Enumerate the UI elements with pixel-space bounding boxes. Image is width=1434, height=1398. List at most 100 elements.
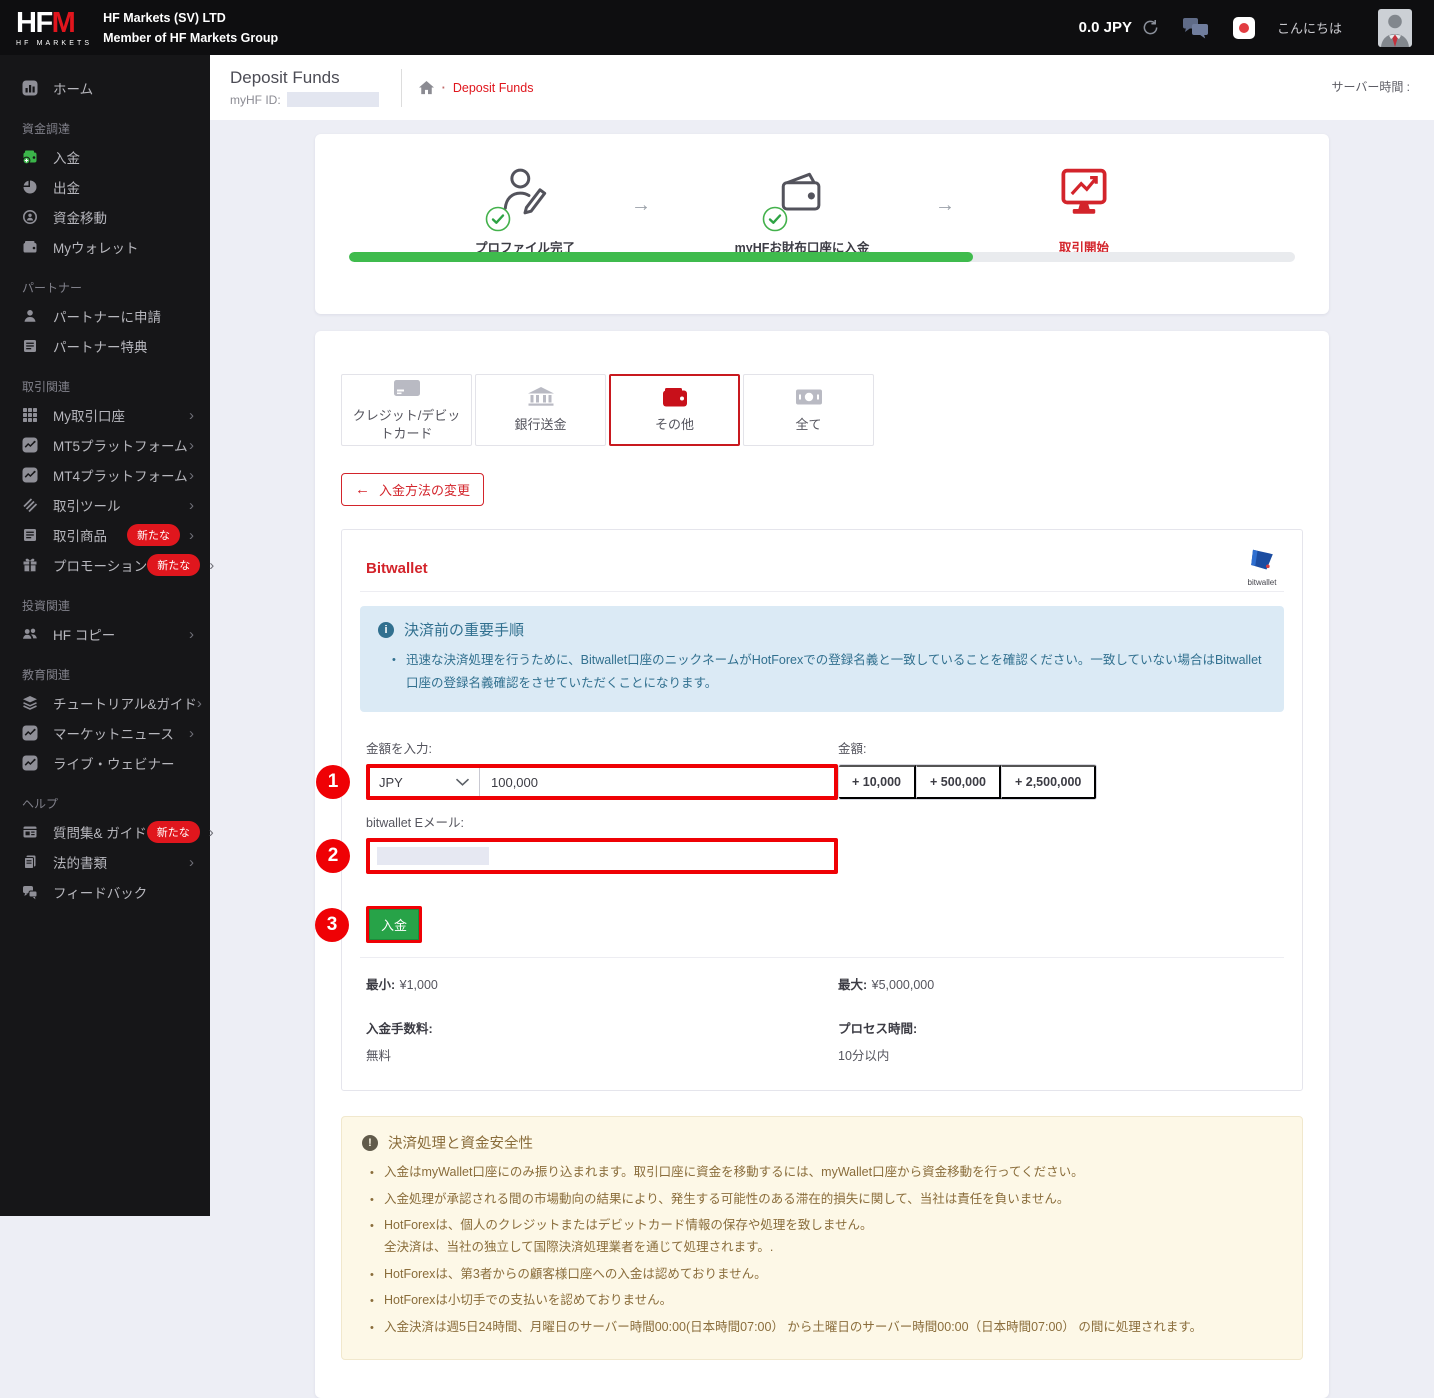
tab-other[interactable]: その他 xyxy=(609,374,740,446)
bitwallet-email-label: bitwallet Eメール: xyxy=(366,816,464,831)
min-value: ¥1,000 xyxy=(399,978,438,993)
fee-value: 無料 xyxy=(366,1049,392,1064)
refresh-balance-icon[interactable] xyxy=(1142,19,1159,36)
safety-bullet: HotForexは小切手での支払いを認めておりません。 xyxy=(370,1291,1282,1310)
quick-amount-500000[interactable]: + 500,000 xyxy=(916,765,1001,800)
home-icon[interactable] xyxy=(418,80,435,95)
payment-method-tabs: クレジット/デビットカード 銀行送金 その他 全て xyxy=(341,374,1303,446)
sidebar-item-faq[interactable]: 質問集& ガイド 新たな › xyxy=(0,817,214,847)
bitwallet-logo: bitwallet xyxy=(1246,547,1278,587)
warning-icon: ! xyxy=(362,1134,378,1151)
home-chart-icon xyxy=(22,80,38,96)
greeting-text: こんにちは xyxy=(1276,21,1342,36)
wallet-red-icon xyxy=(656,386,694,408)
min-label: 最小: xyxy=(366,978,396,993)
page-header: Deposit Funds myHF ID: · Deposit Funds サ… xyxy=(210,55,1434,120)
server-time-label: サーバー時間 : xyxy=(1331,80,1410,94)
notice-text: 迅速な決済処理を行うために、Bitwallet口座のニックネームがHotFore… xyxy=(392,649,1266,695)
arrow-left-icon: ← xyxy=(355,481,370,498)
processing-time-value: 10分以内 xyxy=(838,1049,890,1064)
myhf-id-label: myHF ID: xyxy=(230,92,281,107)
sidebar-item-transfer[interactable]: 資金移動 xyxy=(0,202,210,232)
sidebar-item-mt5[interactable]: MT5プラットフォーム › xyxy=(0,430,210,460)
company-name: HF Markets (SV) LTD xyxy=(103,10,226,25)
check-icon xyxy=(762,206,788,232)
chart-icon xyxy=(22,467,38,483)
chevron-right-icon: › xyxy=(208,823,214,841)
pre-payment-notice: i 決済前の重要手順 迅速な決済処理を行うために、Bitwallet口座のニック… xyxy=(360,606,1284,713)
amount-annotation-box: 1 JPY xyxy=(316,764,838,801)
monitor-chart-icon xyxy=(1054,164,1114,224)
step-fund-wallet: myHFお財布口座に入金 xyxy=(682,164,922,256)
hfm-logo[interactable]: HFM HF MARKETS xyxy=(16,8,93,47)
cash-icon xyxy=(790,386,828,408)
sidebar-item-hf-copy[interactable]: HF コピー › xyxy=(0,619,210,649)
amount-input[interactable] xyxy=(480,768,817,797)
sidebar-section-help: ヘルプ xyxy=(22,797,59,811)
myhf-id-redacted xyxy=(286,92,379,107)
safety-bullet: HotForexは、第3者からの顧客様口座への入金は認めておりません。 xyxy=(370,1265,1282,1284)
sidebar-item-tutorials[interactable]: チュートリアル&ガイド › xyxy=(0,688,210,718)
people-icon xyxy=(22,626,38,642)
company-member: Member of HF Markets Group xyxy=(103,30,279,45)
page-title: Deposit Funds xyxy=(230,68,340,87)
sidebar-item-trading-products[interactable]: 取引商品 新たな › xyxy=(0,520,210,550)
bitwallet-panel: Bitwallet bitwallet i 決済前の重要手順 迅速な決済処理を行… xyxy=(315,529,1303,1092)
avatar[interactable] xyxy=(1378,9,1412,47)
breadcrumb-separator: · xyxy=(441,80,446,95)
sidebar-item-trading-tools[interactable]: 取引ツール › xyxy=(0,490,210,520)
onboarding-steps-card: プロファイル完了 → myHFお財布口座に入金 → 取引開始 xyxy=(315,134,1329,314)
amount-label: 金額を入力: xyxy=(366,742,432,757)
max-label: 最大: xyxy=(838,978,868,993)
sidebar-section-trading: 取引関連 xyxy=(22,380,71,394)
chevron-right-icon: › xyxy=(189,466,194,484)
wallet-icon xyxy=(22,239,38,255)
notice-title: 決済前の重要手順 xyxy=(404,622,525,639)
sidebar-item-home[interactable]: ホーム xyxy=(0,73,210,103)
sidebar-item-mt4[interactable]: MT4プラットフォーム › xyxy=(0,460,210,490)
info-icon: i xyxy=(378,621,394,638)
step-profile-complete: プロファイル完了 xyxy=(405,164,645,256)
sidebar-item-withdraw[interactable]: 出金 xyxy=(0,172,210,202)
sidebar-item-feedback[interactable]: フィードバック xyxy=(0,877,210,907)
hfm-logo-subtext: HF MARKETS xyxy=(16,39,93,47)
bitwallet-logo-icon xyxy=(1246,547,1278,574)
annotation-2: 2 xyxy=(316,839,350,874)
sidebar-item-live-webinar[interactable]: ライブ・ウェビナー xyxy=(0,748,210,778)
fee-label: 入金手数料: xyxy=(366,1022,433,1037)
tab-credit-debit-card[interactable]: クレジット/デビットカード xyxy=(341,374,472,446)
chevron-right-icon: › xyxy=(196,694,202,712)
chart-icon xyxy=(22,725,38,741)
change-deposit-method-button[interactable]: ← 入金方法の変更 xyxy=(341,473,485,506)
sidebar-item-partner-benefits[interactable]: パートナー特典 xyxy=(0,331,210,361)
quick-amount-label: 金額: xyxy=(838,742,867,757)
sidebar-item-promotions[interactable]: プロモーション 新たな › xyxy=(0,550,214,580)
email-redacted xyxy=(377,847,489,866)
sidebar-item-my-accounts[interactable]: My取引口座 › xyxy=(0,400,210,430)
sidebar-item-market-news[interactable]: マーケットニュース › xyxy=(0,718,210,748)
divider xyxy=(400,68,402,107)
chart-icon xyxy=(22,755,38,771)
tab-all[interactable]: 全て xyxy=(743,374,874,446)
language-flag-icon[interactable] xyxy=(1232,16,1255,39)
currency-select[interactable]: JPY xyxy=(370,768,480,797)
chevron-right-icon: › xyxy=(189,406,194,424)
sidebar-item-legal-docs[interactable]: 法的書類 › xyxy=(0,847,210,877)
chat-icon[interactable] xyxy=(1183,17,1209,39)
quick-amount-10000[interactable]: + 10,000 xyxy=(839,765,917,800)
safety-bullet: 入金決済は週5日24時間、月曜日のサーバー時間00:00(日本時間07:00） … xyxy=(370,1318,1282,1337)
payment-safety-notice: ! 決済処理と資金安全性 入金はmyWallet口座にのみ振り込まれます。取引口… xyxy=(341,1116,1303,1360)
quick-amount-2500000[interactable]: + 2,500,000 xyxy=(1000,765,1097,800)
chevron-right-icon: › xyxy=(189,853,194,871)
deposit-submit-button[interactable]: 入金 xyxy=(369,909,420,941)
chevron-down-icon xyxy=(455,778,470,786)
sidebar-item-deposit[interactable]: 入金 xyxy=(0,142,210,172)
account-balance: 0.0 JPY xyxy=(1078,19,1132,36)
sidebar-item-partner-apply[interactable]: パートナーに申請 xyxy=(0,301,210,331)
transfer-icon xyxy=(22,209,38,225)
tab-bank-transfer[interactable]: 銀行送金 xyxy=(475,374,606,446)
breadcrumb-current[interactable]: Deposit Funds xyxy=(453,81,534,95)
sidebar-item-mywallet[interactable]: Myウォレット xyxy=(0,232,210,262)
person-icon xyxy=(22,308,38,324)
sidebar-section-education: 教育関連 xyxy=(22,668,71,682)
